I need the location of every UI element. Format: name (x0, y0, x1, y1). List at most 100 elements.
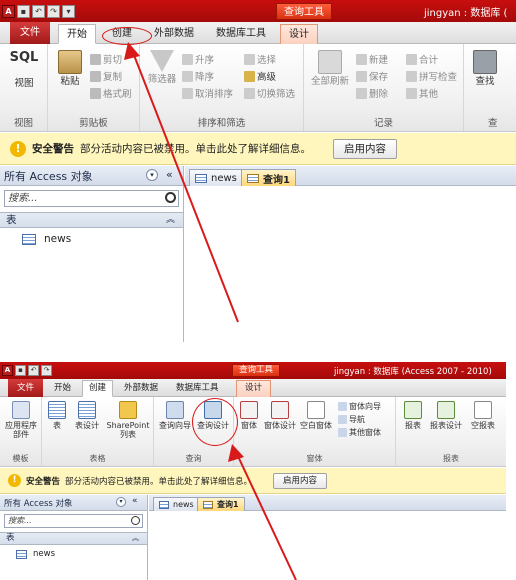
toggle-filter-button[interactable]: 切换筛选 (244, 86, 295, 100)
nav-menu-icon[interactable]: ▾ (146, 169, 158, 181)
sql-button[interactable]: SQL (6, 51, 42, 64)
chevron-up-icon[interactable]: ︽ (132, 533, 139, 544)
cut-button[interactable]: 剪切 (90, 52, 122, 66)
enable-content-button[interactable]: 启用内容 (333, 138, 397, 159)
query-wizard-button[interactable]: 查询向导 (156, 401, 194, 430)
save-icon[interactable]: ▪ (17, 4, 30, 18)
more-button[interactable]: 其他 (406, 86, 438, 100)
enable-content-button[interactable]: 启用内容 (273, 472, 328, 489)
tab-file[interactable]: 文件 (10, 22, 50, 44)
app-parts-label: 应用程序 (5, 421, 37, 430)
save-icon[interactable]: ▪ (15, 365, 26, 376)
nav-section-tables[interactable]: 表 ︽ (0, 532, 147, 545)
nav-item-news[interactable]: news (22, 233, 71, 245)
tab-home[interactable]: 开始 (58, 24, 96, 44)
paste-button[interactable]: 粘贴 (54, 50, 86, 87)
find-button[interactable]: 查找 (470, 50, 500, 87)
table-icon (159, 500, 169, 509)
blank-report-button[interactable]: 空报表 (466, 401, 500, 430)
tab-design[interactable]: 设计 (280, 24, 318, 44)
form-design-button[interactable]: 窗体设计 (262, 401, 298, 430)
save-record-button[interactable]: 保存 (356, 69, 388, 83)
nav-item-news[interactable]: news (16, 549, 55, 559)
new-label: 新建 (369, 55, 389, 66)
nav-header[interactable]: 所有 Access 对象 ▾ « (0, 495, 147, 511)
delete-icon (356, 87, 367, 99)
nav-search-input[interactable]: 搜索... (4, 514, 143, 528)
tab-external-data[interactable]: 外部数据 (118, 380, 164, 397)
form-wizard-button[interactable]: 窗体向导 (338, 400, 381, 412)
clear-sort-button[interactable]: 取消排序 (182, 86, 233, 100)
spelling-button[interactable]: 拼写检查 (406, 69, 457, 83)
warning-message[interactable]: 部分活动内容已被禁用。单击此处了解详细信息。 (80, 141, 311, 156)
report-button[interactable]: 报表 (400, 401, 426, 430)
descending-button[interactable]: 降序 (182, 69, 214, 83)
table-design-button[interactable]: 表设计 (70, 401, 104, 430)
format-painter-button[interactable]: 格式刷 (90, 86, 132, 100)
app-icon[interactable]: A (2, 4, 15, 18)
customize-icon[interactable]: ▾ (62, 4, 75, 18)
app-parts-label-2: 部件 (13, 430, 29, 439)
nav-search-input[interactable]: 搜索... (4, 190, 179, 207)
selection-button[interactable]: 选择 (244, 52, 276, 66)
doc-tab-query1[interactable]: 查询1 (197, 497, 245, 511)
more-icon (406, 87, 417, 99)
app-parts-button[interactable]: 应用程序 部件 (2, 401, 40, 439)
view-button[interactable]: 视图 (6, 78, 42, 89)
tab-file[interactable]: 文件 (8, 379, 44, 397)
chevron-up-icon[interactable]: ︽ (166, 213, 175, 227)
search-icon[interactable] (131, 516, 140, 525)
totals-button[interactable]: 合计 (406, 52, 438, 66)
report-design-label: 报表设计 (430, 421, 462, 430)
collapse-nav-icon[interactable]: « (132, 496, 138, 506)
app-icon[interactable]: A (2, 365, 13, 376)
paste-icon (58, 50, 82, 74)
warning-message[interactable]: 部分活动内容已被禁用。单击此处了解详细信息。 (65, 475, 252, 487)
security-warning-bar: ! 安全警告 部分活动内容已被禁用。单击此处了解详细信息。 启用内容 (0, 133, 516, 165)
blank-form-button[interactable]: 空白窗体 (298, 401, 334, 430)
table-button[interactable]: 表 (46, 401, 68, 430)
tab-database-tools[interactable]: 数据库工具 (208, 24, 274, 44)
find-label: 查找 (475, 76, 495, 87)
warning-title: 安全警告 (26, 476, 61, 487)
tab-design[interactable]: 设计 (236, 380, 272, 397)
paste-label: 粘贴 (60, 76, 80, 87)
form-button[interactable]: 窗体 (236, 401, 262, 430)
report-design-button[interactable]: 报表设计 (426, 401, 466, 430)
tab-home[interactable]: 开始 (48, 380, 77, 397)
undo-icon[interactable]: ↶ (28, 365, 39, 376)
delete-record-button[interactable]: 删除 (356, 86, 388, 100)
collapse-nav-icon[interactable]: « (166, 168, 173, 181)
toggle-filter-icon (244, 87, 255, 99)
doc-tab-news[interactable]: news (153, 497, 200, 511)
search-icon[interactable] (165, 192, 176, 203)
new-record-button[interactable]: 新建 (356, 52, 388, 66)
document-tabs: news 查询1 (185, 166, 516, 186)
sharepoint-lists-button[interactable]: SharePoint 列表 (104, 401, 152, 439)
nav-menu-icon[interactable]: ▾ (116, 497, 126, 507)
query-icon (247, 173, 259, 183)
doc-tab-query1[interactable]: 查询1 (241, 169, 296, 186)
advanced-button[interactable]: 高级 (244, 69, 276, 83)
copy-button[interactable]: 复制 (90, 69, 122, 83)
nav-header[interactable]: 所有 Access 对象 ▾ « (0, 166, 183, 186)
group-label-clipboard: 剪贴板 (79, 118, 108, 129)
group-label-forms: 窗体 (306, 454, 323, 463)
group-templates: 应用程序 部件 模板 (0, 397, 42, 466)
undo-icon[interactable]: ↶ (32, 4, 45, 18)
refresh-all-button[interactable]: 全部刷新 (308, 50, 352, 87)
nav-search-placeholder: 搜索... (8, 193, 38, 204)
tab-external-data[interactable]: 外部数据 (146, 24, 202, 44)
redo-icon[interactable]: ↷ (47, 4, 60, 18)
tab-create[interactable]: 创建 (82, 380, 114, 397)
navigation-button[interactable]: 导航 (338, 413, 365, 425)
doc-tab-news[interactable]: news (189, 169, 243, 186)
nav-section-tables[interactable]: 表 ︽ (0, 212, 183, 228)
filter-icon (150, 50, 174, 72)
redo-icon[interactable]: ↷ (41, 365, 52, 376)
more-forms-button[interactable]: 其他窗体 (338, 426, 381, 438)
tab-database-tools[interactable]: 数据库工具 (170, 380, 225, 397)
ascending-button[interactable]: 升序 (182, 52, 214, 66)
group-records: 全部刷新 新建 保存 删除 合计 拼写检查 其他 记录 (304, 44, 464, 131)
filter-button[interactable]: 筛选器 (144, 50, 180, 85)
